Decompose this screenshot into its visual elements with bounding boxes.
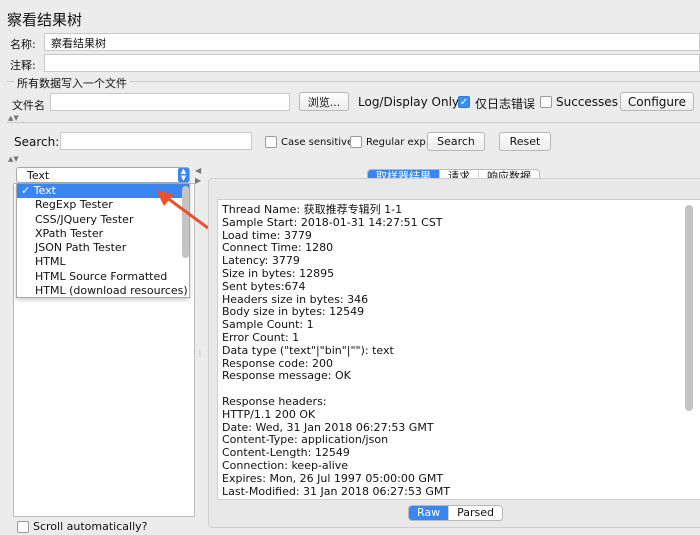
response-line: Connection: keep-alive	[222, 458, 349, 472]
scroll-auto-label: Scroll automatically?	[33, 520, 148, 533]
search-label: Search:	[14, 135, 60, 149]
comment-label: 注释:	[10, 59, 36, 72]
renderer-option-html-download[interactable]: HTML (download resources)	[17, 284, 189, 298]
splitter-arrows-2[interactable]: ▲▼	[8, 155, 19, 163]
filename-input[interactable]	[50, 93, 290, 111]
browse-button[interactable]: 浏览...	[299, 92, 349, 111]
renderer-option-html[interactable]: HTML	[17, 255, 189, 269]
response-text: Thread Name: 获取推荐专辑列 1-1 Sample Start: 20…	[222, 203, 700, 498]
renderer-option-html-source-formatted[interactable]: HTML Source Formatted	[17, 270, 189, 284]
comment-input[interactable]	[44, 54, 700, 72]
chevron-updown-icon[interactable]: ▲ ▼	[178, 168, 189, 182]
response-line: Error Count: 1	[222, 330, 300, 344]
splitter-arrows-1[interactable]: ▲▼	[8, 114, 19, 122]
search-input[interactable]	[60, 132, 252, 150]
response-scrollbar[interactable]	[685, 205, 693, 411]
response-line: Response message: OK	[222, 369, 351, 383]
response-line: Response headers:	[222, 394, 327, 408]
renderer-select[interactable]: Text	[16, 167, 190, 183]
tab-raw[interactable]: Raw	[409, 506, 449, 520]
errors-only-label: 仅日志错误	[475, 97, 536, 111]
response-line: Last-Modified: 31 Jan 2018 06:27:53 GMT	[222, 484, 451, 498]
successes-checkbox[interactable]	[540, 96, 552, 108]
split-right-arrow[interactable]: ▶	[195, 176, 201, 185]
reset-button[interactable]: Reset	[499, 132, 551, 151]
annotation-arrow-icon	[156, 190, 209, 230]
response-line: HTTP/1.1 200 OK	[222, 407, 316, 421]
response-text-area[interactable]: Thread Name: 获取推荐专辑列 1-1 Sample Start: 20…	[217, 199, 700, 500]
case-sensitive-checkbox[interactable]	[265, 136, 277, 148]
response-line: Thread Name: 获取推荐专辑列 1-1	[222, 203, 403, 216]
response-line: Sent bytes:674	[222, 279, 306, 293]
section-divider	[7, 122, 700, 123]
case-sensitive-label: Case sensitive	[281, 137, 354, 148]
regexp-label: Regular exp.	[366, 137, 429, 148]
file-section-label: 所有数据写入一个文件	[14, 75, 130, 91]
splitter-handle[interactable]: ⋮	[196, 349, 204, 358]
log-display-label: Log/Display Only:	[358, 95, 463, 109]
response-line: Expires: Mon, 26 Jul 1997 05:00:00 GMT	[222, 471, 444, 485]
filename-label: 文件名	[12, 99, 45, 112]
search-button[interactable]: Search	[427, 132, 485, 151]
successes-label: Successes	[556, 95, 618, 109]
tab-parsed[interactable]: Parsed	[448, 506, 502, 520]
split-left-arrow[interactable]: ◀	[195, 166, 201, 175]
errors-only-checkbox[interactable]: ✓	[458, 96, 470, 108]
configure-button[interactable]: Configure	[620, 92, 694, 111]
view-mode-tabs[interactable]: Raw Parsed	[408, 505, 504, 521]
name-label: 名称:	[10, 38, 36, 51]
response-line: Size in bytes: 12895	[222, 266, 335, 280]
regexp-checkbox[interactable]	[350, 136, 362, 148]
response-line: Sample Start: 2018-01-31 14:27:51 CST	[222, 215, 443, 229]
page-title: 察看结果树	[7, 11, 83, 29]
response-line: Data type ("text"|"bin"|""): text	[222, 343, 394, 357]
renderer-option-json-path[interactable]: JSON Path Tester	[17, 241, 189, 255]
renderer-selected-value: Text	[27, 169, 50, 182]
name-input[interactable]: 察看结果树	[44, 33, 700, 51]
scroll-auto-checkbox[interactable]	[17, 521, 29, 533]
